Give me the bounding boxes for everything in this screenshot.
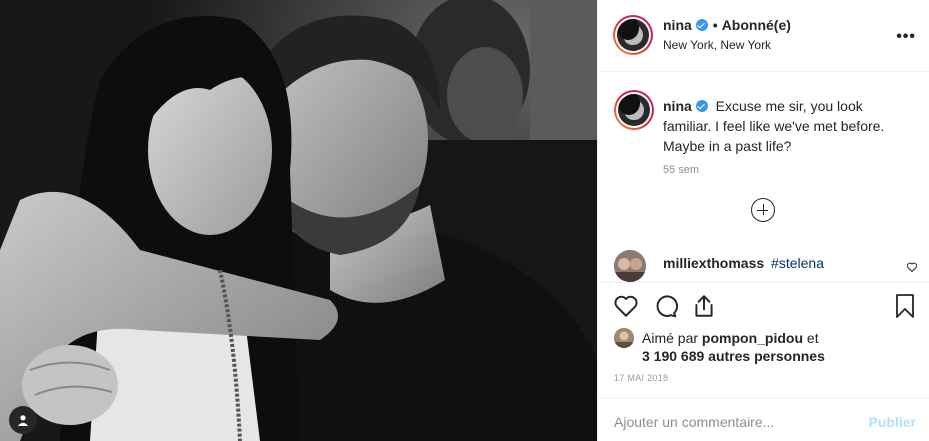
share-icon[interactable] [691,293,717,322]
comment-item: milliexthomass #stelena [614,250,918,282]
commenter-avatar[interactable] [614,250,646,282]
action-bar [598,282,929,330]
load-more-comments-icon[interactable] [751,198,775,222]
post-location[interactable]: New York, New York [663,38,771,52]
caption-text-block: nina Excuse me sir, you look familiar. I… [663,96,903,156]
verified-badge-icon [695,19,708,31]
likes-prefix: Aimé par [642,330,699,346]
comment-text-line: milliexthomass #stelena [663,255,824,271]
author-line: nina • Abonné(e) [663,17,791,33]
likes-text: Aimé par pompon_pidou et 3 190 689 autre… [642,329,825,365]
user-tag-icon[interactable] [9,406,37,434]
caption-avatar[interactable] [614,90,654,130]
comment-hashtag[interactable]: #stelena [771,255,824,271]
post-dialog: nina • Abonné(e) New York, New York ••• … [0,0,929,441]
comment-icon[interactable] [652,293,679,322]
separator-dot: • [712,17,718,33]
photo-scene [0,0,597,441]
post-date[interactable]: 17 MAI 2018 [614,373,668,383]
add-comment-bar: Ajouter un commentaire... Publier [598,398,929,441]
comment-like-heart-icon[interactable] [906,260,918,276]
post-sidebar: nina • Abonné(e) New York, New York ••• … [597,0,929,441]
caption-timestamp[interactable]: 55 sem [663,164,699,176]
verified-badge-icon [695,100,708,112]
likes-joiner: et [806,330,819,346]
bookmark-icon[interactable] [893,293,917,322]
comment-input[interactable]: Ajouter un commentaire... [614,414,774,430]
other-likers-link[interactable]: 3 190 689 autres personnes [642,348,825,364]
post-header: nina • Abonné(e) New York, New York ••• [598,0,929,72]
publish-button[interactable]: Publier [869,414,916,430]
commenter-username[interactable]: milliexthomass [663,255,764,271]
liker-avatar[interactable] [614,328,634,348]
author-avatar[interactable] [613,15,653,55]
heart-icon[interactable] [613,293,639,322]
caption-username[interactable]: nina [663,98,708,114]
first-liker-username[interactable]: pompon_pidou [702,330,803,346]
author-username[interactable]: nina [663,17,692,33]
post-photo[interactable] [0,0,597,441]
follow-status-button[interactable]: Abonné(e) [722,17,791,33]
more-horizontal-icon[interactable]: ••• [896,28,916,46]
